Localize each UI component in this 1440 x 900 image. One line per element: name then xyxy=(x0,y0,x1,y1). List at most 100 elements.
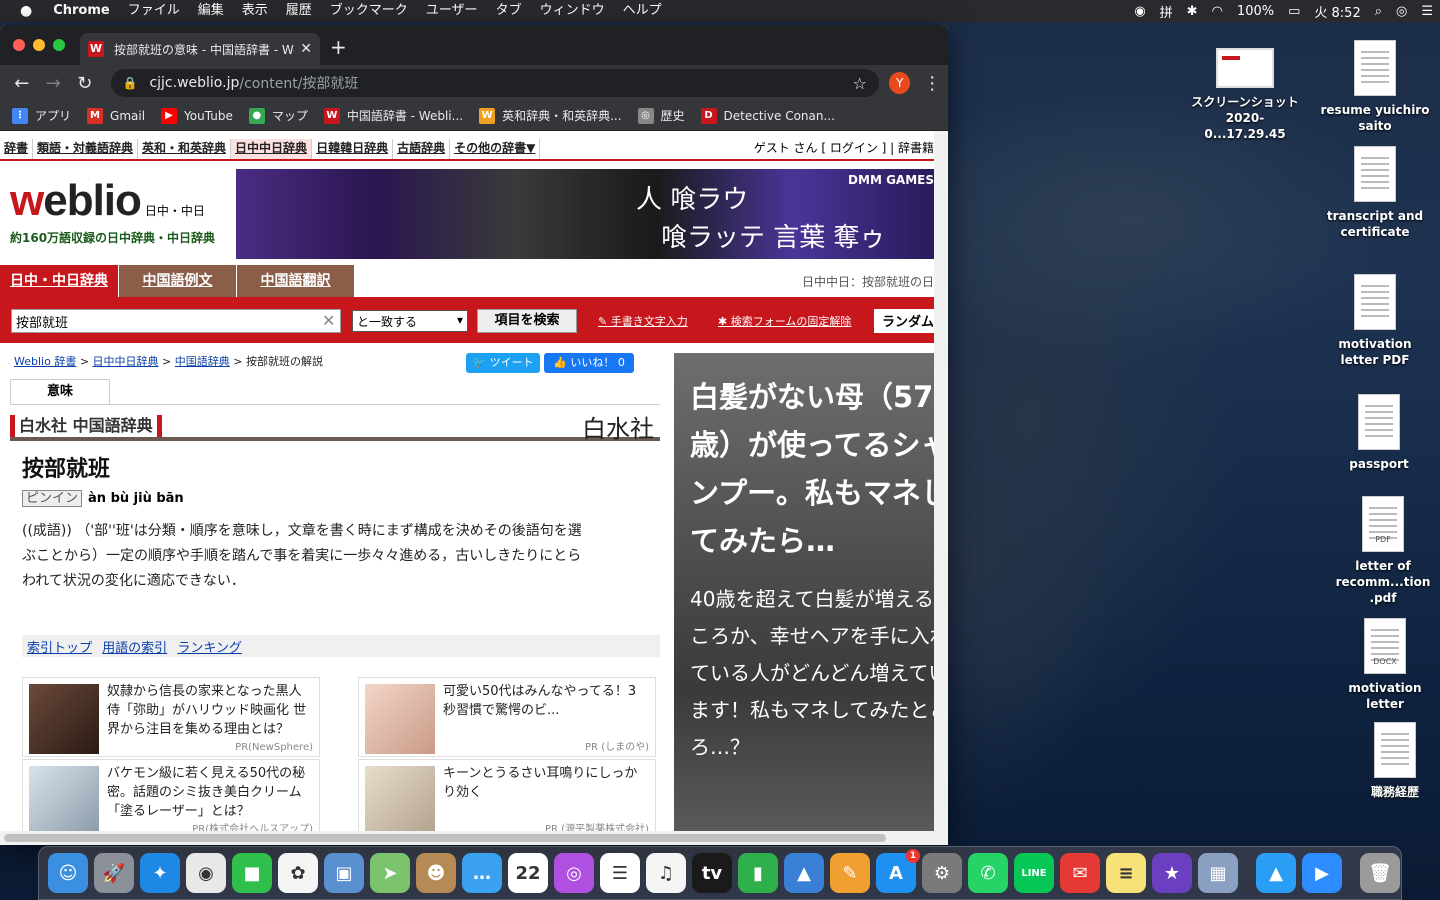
bookmark-item[interactable]: W 英和辞典・和英辞典... xyxy=(479,107,622,124)
bluetooth-icon[interactable]: ✱ xyxy=(1180,4,1205,19)
tab-jc-dictionary[interactable]: 日中・中日辞典 xyxy=(0,265,118,297)
nav-thesaurus[interactable]: 類語・対義語辞典 xyxy=(33,139,139,159)
desktop-icon-motivation-pdf[interactable]: motivation letter PDF xyxy=(1320,274,1430,368)
nav-english[interactable]: 英和・和英辞典 xyxy=(138,139,232,159)
menu-window[interactable]: ウィンドウ xyxy=(531,0,614,22)
fixed-form-link[interactable]: ✱ 検索フォームの固定解除 xyxy=(718,313,851,329)
bookmark-item[interactable]: M Gmail xyxy=(87,107,145,124)
image-capture-icon[interactable]: ▦ xyxy=(1198,853,1238,893)
side-ad[interactable]: 白髪がない母（57歳）が使ってるシャンプー。私もマネしてみたら… 40歳を超えて… xyxy=(674,353,934,831)
desktop-icon-motivation-letter[interactable]: DOCX motivation letter xyxy=(1330,618,1440,712)
nav-korean[interactable]: 日韓韓日辞典 xyxy=(312,139,394,159)
music-icon[interactable]: ♫ xyxy=(646,853,686,893)
desktop-icon-work-history[interactable]: 職務経歴 xyxy=(1340,722,1440,800)
preview-icon[interactable]: ▣ xyxy=(324,853,364,893)
back-icon[interactable]: ← xyxy=(6,73,38,94)
clear-icon[interactable]: ✕ xyxy=(322,311,335,330)
nav-other-dictionaries[interactable]: その他の辞書▼ xyxy=(450,139,541,159)
tab-chinese-translation[interactable]: 中国語翻訳 xyxy=(236,265,354,297)
minimize-window-button[interactable] xyxy=(33,39,45,51)
pages-icon[interactable]: ✎ xyxy=(830,853,870,893)
calendar-icon[interactable]: 22 xyxy=(508,853,548,893)
siri-icon[interactable]: ◎ xyxy=(1389,4,1414,19)
zoom-window-button[interactable] xyxy=(53,39,65,51)
whatsapp-icon[interactable]: ✆ xyxy=(968,853,1008,893)
mail-icon[interactable]: ✉ xyxy=(1060,853,1100,893)
bookmark-item[interactable]: ▶ YouTube xyxy=(161,107,233,124)
notes-icon[interactable]: ≡ xyxy=(1106,853,1146,893)
index-top-link[interactable]: 索引トップ xyxy=(27,641,92,656)
close-window-button[interactable] xyxy=(13,39,25,51)
bookmark-star-icon[interactable]: ☆ xyxy=(852,74,866,93)
zoom-icon[interactable]: ▶ xyxy=(1302,853,1342,893)
desktop-icon-screenshot[interactable]: スクリーンショット 2020-0...17.29.45 xyxy=(1190,48,1300,142)
battery-percent[interactable]: 100% xyxy=(1230,4,1281,19)
weblio-logo[interactable]: weblio 日中・中日 xyxy=(10,176,205,226)
match-mode-select[interactable]: と一致する ▾ xyxy=(352,310,468,332)
notification-center-icon[interactable]: ☰ xyxy=(1414,4,1440,19)
crumb-jc-dictionary[interactable]: 日中中日辞典 xyxy=(93,355,159,368)
clock[interactable]: 火 8:52 xyxy=(1307,2,1367,21)
menu-view[interactable]: 表示 xyxy=(233,0,277,22)
menu-user[interactable]: ユーザー xyxy=(417,0,487,22)
numbers-icon[interactable]: ▮ xyxy=(738,853,778,893)
launchpad-icon[interactable]: 🚀 xyxy=(94,853,134,893)
finder-icon[interactable]: ☺ xyxy=(48,853,88,893)
random-button[interactable]: ランダム xyxy=(874,309,934,333)
new-tab-button[interactable]: + xyxy=(330,37,347,57)
ad-card[interactable]: キーンとうるさい耳鳴りにしっかり効く PR (源平製薬株式会社) xyxy=(358,759,656,831)
menu-bookmarks[interactable]: ブックマーク xyxy=(321,0,417,22)
like-button[interactable]: 👍 いいね！ 0 xyxy=(544,353,634,373)
bookmark-item[interactable]: ◎ 歴史 xyxy=(637,107,685,124)
bookmark-item[interactable]: W 中国語辞書 - Webli... xyxy=(323,107,463,124)
nav-chinese[interactable]: 日中中日辞典 xyxy=(231,139,313,159)
photos-icon[interactable]: ✿ xyxy=(278,853,318,893)
maps-icon[interactable]: ➤ xyxy=(370,853,410,893)
menu-tab[interactable]: タブ xyxy=(487,0,531,22)
profile-avatar[interactable]: Y xyxy=(888,72,911,94)
contacts-icon[interactable]: ☻ xyxy=(416,853,456,893)
desktop-icon-letter-of-recommendation[interactable]: PDF letter of recomm...tion .pdf xyxy=(1328,496,1438,606)
battery-icon[interactable]: ▭ xyxy=(1281,4,1307,19)
menu-file[interactable]: ファイル xyxy=(119,0,189,22)
apple-menu-icon[interactable]: ● xyxy=(0,0,44,22)
crumb-weblio[interactable]: Weblio 辞書 xyxy=(14,355,76,368)
keynote-icon[interactable]: ▲ xyxy=(784,853,824,893)
menu-history[interactable]: 履歴 xyxy=(277,0,321,22)
handwriting-link[interactable]: ✎ 手書き文字入力 xyxy=(598,313,688,329)
ad-card[interactable]: 奴隷から信長の家来となった黒人侍「弥助」がハリウッド映画化 世界から注目を集める… xyxy=(22,677,320,757)
search-button[interactable]: 項目を検索 xyxy=(477,309,577,333)
ad-card[interactable]: バケモン級に若く見える50代の秘密。話題のシミ抜き美白クリーム「塗るレーザー」と… xyxy=(22,759,320,831)
scrollbar-thumb[interactable] xyxy=(4,834,886,842)
lock-icon[interactable]: 🔒 xyxy=(123,76,138,90)
horizontal-scrollbar[interactable] xyxy=(0,831,948,845)
menu-help[interactable]: ヘルプ xyxy=(614,0,671,22)
spotlight-icon[interactable]: ⌕ xyxy=(1368,4,1389,19)
appwrite-icon[interactable]: ▲ xyxy=(1256,853,1296,893)
browser-tab-active[interactable]: W 按部就班の意味 - 中国語辞書 - Weblio ✕ xyxy=(80,33,320,65)
wifi-icon[interactable]: ◠ xyxy=(1205,4,1230,19)
ad-card[interactable]: 可愛い50代はみんなやってる！3秒習慣で驚愕のビ... PR (しまのや) xyxy=(358,677,656,757)
nav-classical[interactable]: 古語辞典 xyxy=(393,139,451,159)
system-preferences-icon[interactable]: ⚙ xyxy=(922,853,962,893)
tab-chinese-examples[interactable]: 中国語例文 xyxy=(118,265,236,297)
menu-edit[interactable]: 編集 xyxy=(189,0,233,22)
ranking-link[interactable]: ランキング xyxy=(177,641,242,656)
reminders-icon[interactable]: ☰ xyxy=(600,853,640,893)
chrome-menu-icon[interactable]: ⋮ xyxy=(916,73,948,94)
nav-dictionary[interactable]: 辞書 xyxy=(0,139,34,159)
crumb-chinese-dictionary[interactable]: 中国語辞典 xyxy=(175,355,230,368)
tab-close-icon[interactable]: ✕ xyxy=(300,41,312,57)
chrome-icon[interactable]: ◉ xyxy=(186,853,226,893)
bookmark-item[interactable]: D Detective Conan... xyxy=(700,107,835,124)
reload-icon[interactable]: ↻ xyxy=(69,73,101,94)
address-bar[interactable]: 🔒 cjjc.weblio.jp /content/按部就班 ☆ xyxy=(110,69,879,97)
guest-login[interactable]: ゲスト さん [ ログイン ] | 辞書籍 xyxy=(754,139,934,156)
imovie-icon[interactable]: ★ xyxy=(1152,853,1192,893)
forward-icon[interactable]: → xyxy=(38,73,70,94)
search-input[interactable]: 按部就班 xyxy=(11,309,341,333)
apple-tv-icon[interactable]: tv xyxy=(692,853,732,893)
trash-icon[interactable]: 🗑 xyxy=(1360,853,1400,893)
facetime-icon[interactable]: ■ xyxy=(232,853,272,893)
bookmark-item[interactable]: ● マップ xyxy=(248,107,308,124)
